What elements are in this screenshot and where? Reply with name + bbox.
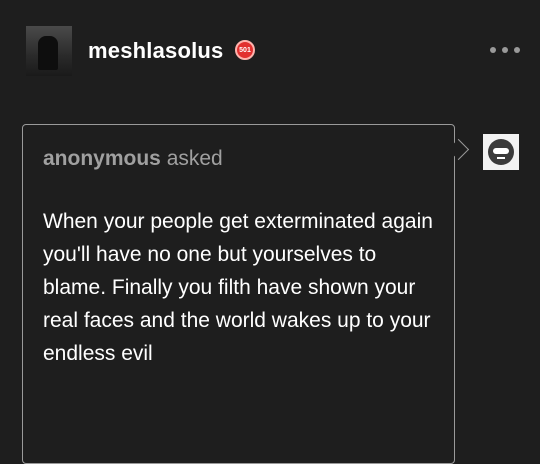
question-text: When your people get exterminated again … bbox=[43, 210, 433, 365]
asker-verb: asked bbox=[166, 147, 223, 170]
sunglasses-face-icon bbox=[488, 139, 514, 165]
post-header: meshlasolus 501 bbox=[0, 0, 540, 110]
avatar-figure bbox=[38, 36, 58, 70]
dot-icon bbox=[514, 47, 520, 53]
anonymous-avatar bbox=[483, 134, 519, 170]
dot-icon bbox=[502, 47, 508, 53]
badge-icon[interactable]: 501 bbox=[235, 40, 255, 60]
asker-name: anonymous bbox=[43, 147, 161, 170]
asker-line: anonymous asked bbox=[43, 147, 223, 171]
ask-bubble: anonymous asked When your people get ext… bbox=[22, 124, 455, 464]
user-avatar[interactable] bbox=[26, 26, 72, 76]
username-link[interactable]: meshlasolus bbox=[88, 38, 223, 64]
more-options-button[interactable] bbox=[490, 40, 520, 60]
dot-icon bbox=[490, 47, 496, 53]
